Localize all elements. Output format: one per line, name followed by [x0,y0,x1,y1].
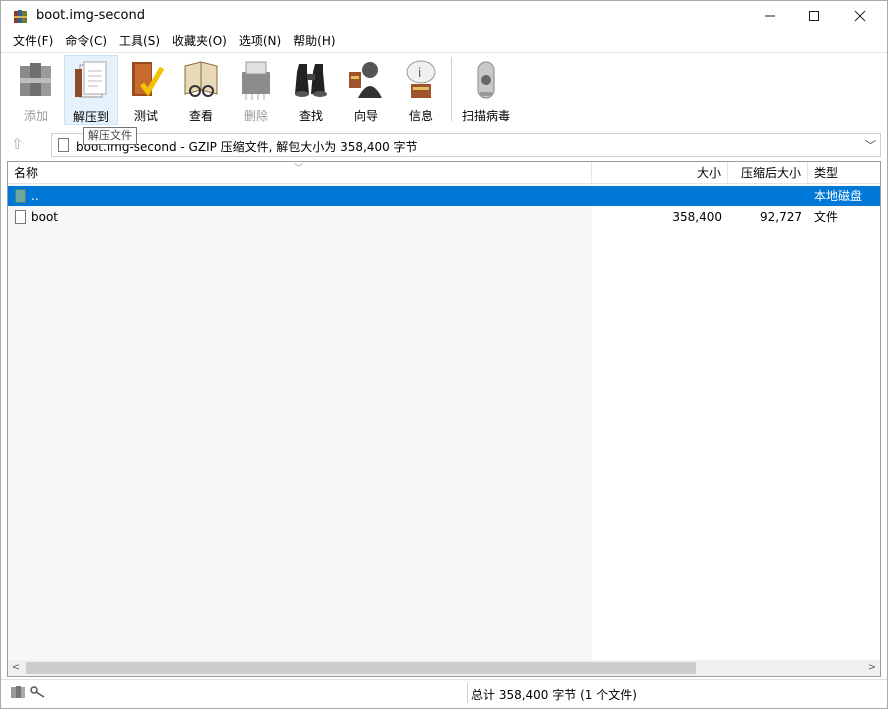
column-header-packed[interactable]: 压缩后大小 [728,162,808,184]
toolbar-separator [451,57,452,121]
key-icon [30,686,45,698]
virus-scan-icon [477,61,495,99]
close-button[interactable] [837,1,883,31]
status-text: 总计 358,400 字节 (1 个文件) [471,688,637,702]
app-window: boot.img-second 文件(F) 命令(C) 工具(S) 收藏夹(O)… [0,0,888,709]
delete-button[interactable]: 删除 [229,55,283,125]
scrollbar-thumb[interactable] [26,662,696,674]
delete-shredder-icon [242,61,270,100]
table-row[interactable]: boot 358,400 92,727 文件 [8,207,880,227]
tooltip: 解压文件 [83,127,137,145]
add-label: 添加 [23,109,48,123]
test-check-icon [132,62,165,97]
chevron-down-icon[interactable]: ﹀ [865,137,876,153]
info-button[interactable]: i 信息 [394,55,448,125]
status-divider [467,683,468,703]
column-header-type[interactable]: 类型 [808,162,880,184]
add-books-icon [20,63,51,96]
minimize-icon [765,15,775,17]
scroll-right-icon[interactable]: > [864,660,880,676]
sort-caret-icon: ﹀ [294,164,304,174]
archive-status-icon [11,686,25,698]
maximize-button[interactable] [791,1,837,31]
row-packed: 92,727 [760,210,802,224]
menu-tools[interactable]: 工具(S) [113,31,166,51]
parent-folder-icon [15,189,26,203]
menu-bar: 文件(F) 命令(C) 工具(S) 收藏夹(O) 选项(N) 帮助(H) [1,31,887,51]
row-type: 本地磁盘 [814,189,863,203]
wizard-button[interactable]: 向导 [339,55,393,125]
row-name: .. [31,189,39,203]
file-icon [15,210,26,224]
add-button[interactable]: 添加 [9,55,63,125]
minimize-button[interactable] [747,1,793,31]
menu-favorites[interactable]: 收藏夹(O) [166,31,233,51]
close-icon [854,10,866,22]
list-header: 名称 ﹀ 大小 压缩后大小 类型 [8,162,880,184]
svg-text:i: i [418,66,421,80]
view-glasses-icon [184,61,218,97]
table-row[interactable]: .. 本地磁盘 [8,186,880,206]
row-type: 文件 [814,210,839,224]
column-header-size[interactable]: 大小 [592,162,728,184]
up-arrow-icon[interactable]: ⇧ [11,135,29,153]
address-bar[interactable]: boot.img-second - GZIP 压缩文件, 解包大小为 358,4… [51,133,881,157]
status-bar: 总计 358,400 字节 (1 个文件) [1,679,887,708]
scroll-left-icon[interactable]: < [8,660,24,676]
row-size: 358,400 [672,210,722,224]
info-label: 信息 [408,109,433,123]
horizontal-scrollbar[interactable]: < > [8,660,880,676]
wizard-label: 向导 [353,109,378,123]
virus-scan-button[interactable]: 扫描病毒 [457,55,515,125]
menu-file[interactable]: 文件(F) [7,31,59,51]
extract-book-icon [75,61,107,98]
find-button[interactable]: 查找 [284,55,338,125]
column-header-name[interactable]: 名称 ﹀ [8,162,592,184]
name-column-background [8,184,592,660]
column-name-label: 名称 [14,166,39,180]
info-icon: i [406,60,436,98]
menu-help[interactable]: 帮助(H) [287,31,341,51]
title-bar: boot.img-second [1,1,887,31]
virus-scan-label: 扫描病毒 [461,109,510,123]
menu-options[interactable]: 选项(N) [233,31,287,51]
wizard-icon [349,62,382,98]
view-label: 查看 [188,109,213,123]
delete-label: 删除 [243,109,268,123]
find-label: 查找 [298,109,323,123]
find-binoculars-icon [295,64,327,97]
maximize-icon [809,11,819,21]
winrar-books-icon [14,10,27,23]
test-label: 测试 [133,109,158,123]
view-button[interactable]: 查看 [174,55,228,125]
extract-to-button[interactable]: 解压到 [64,55,118,125]
file-list[interactable]: 名称 ﹀ 大小 压缩后大小 类型 .. 本地磁盘 boot 358,400 92… [7,161,881,677]
menu-commands[interactable]: 命令(C) [59,31,113,51]
window-title: boot.img-second [36,8,145,23]
row-name: boot [31,210,59,224]
document-icon [58,138,69,152]
extract-to-label: 解压到 [72,110,109,124]
test-button[interactable]: 测试 [119,55,173,125]
toolbar: 添加 解压到 测试 查看 删除 查找 向导 i 信息 扫描病毒 [1,52,887,128]
